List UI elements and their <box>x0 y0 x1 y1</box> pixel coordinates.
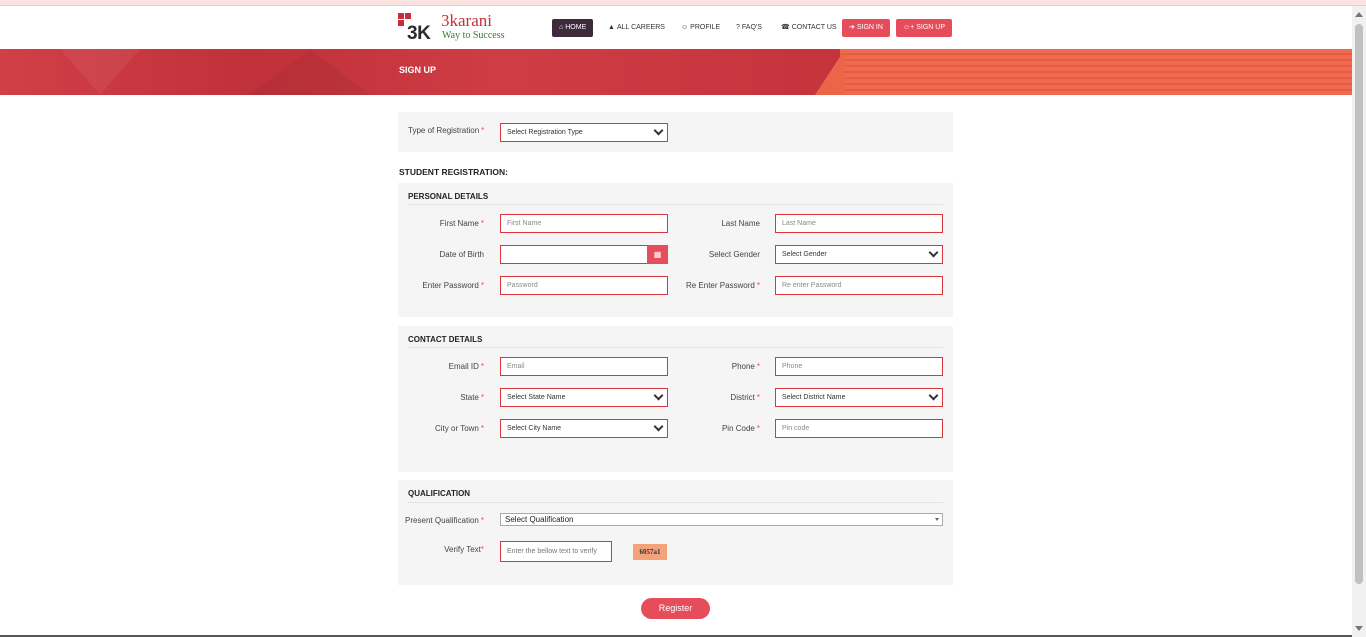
repassword-input[interactable]: Re enter Password <box>775 276 943 295</box>
user-icon: ☺ <box>681 24 689 31</box>
nav-home[interactable]: ⌂ HOME <box>552 19 594 37</box>
scroll-down-arrow-icon[interactable] <box>1355 626 1363 631</box>
logo-mark: 3K <box>407 23 431 44</box>
logo-tagline: Way to Success <box>442 30 505 41</box>
qualification-heading: QUALIFICATION <box>408 489 471 498</box>
registration-type-panel: Type of Registration * Select Registratio… <box>398 112 953 152</box>
nav-profile-label: PROFILE <box>690 24 721 31</box>
nav-contact-us-label: CONTACT US <box>791 24 837 31</box>
district-select[interactable]: Select District Name <box>775 388 943 407</box>
password-input[interactable]: Password <box>500 276 668 295</box>
nav-faqs-label: FAQ'S <box>741 24 762 31</box>
register-button[interactable]: Register <box>641 598 710 619</box>
gender-select[interactable]: Select Gender <box>775 245 943 264</box>
logo-square <box>405 13 411 19</box>
captcha-image: 6057a1 <box>633 544 667 560</box>
banner-right-stripes <box>840 49 1352 95</box>
calendar-icon[interactable]: ▦ <box>647 245 668 264</box>
banner-shape <box>250 49 370 95</box>
gender-label: Select Gender <box>708 250 760 259</box>
logo-name: 3karani <box>441 11 492 30</box>
contact-details-heading: CONTACT DETAILS <box>408 335 483 344</box>
student-registration-heading: STUDENT REGISTRATION: <box>399 167 508 177</box>
chevron-down-icon <box>653 421 664 432</box>
nav-contact-us[interactable]: ☎ CONTACT US <box>781 19 837 37</box>
email-label: Email ID * <box>448 362 484 371</box>
email-input[interactable]: Email <box>500 357 668 376</box>
registration-type-select[interactable]: Select Registration Type <box>500 123 668 142</box>
nav-home-label: HOME <box>565 24 587 31</box>
home-icon: ⌂ <box>559 24 564 31</box>
sign-in-icon: ➜ <box>849 24 855 31</box>
question-icon: ? <box>736 24 740 31</box>
qualification-select[interactable]: Select Qualification <box>500 513 943 526</box>
chevron-down-icon <box>928 390 939 401</box>
repassword-label: Re Enter Password * <box>685 281 760 290</box>
banner-diagonal <box>815 49 845 95</box>
nav-all-careers-label: ALL CAREERS <box>616 24 665 31</box>
sign-in-label: SIGN IN <box>856 24 883 31</box>
state-select[interactable]: Select State Name <box>500 388 668 407</box>
divider <box>408 347 943 348</box>
nav-faqs[interactable]: ? FAQ'S <box>736 19 762 37</box>
pincode-label: Pin Code * <box>721 424 760 433</box>
personal-details-heading: PERSONAL DETAILS <box>408 192 489 201</box>
contact-details-panel: CONTACT DETAILS Email ID * Email Phone * P… <box>398 326 953 472</box>
dob-label: Date of Birth <box>439 250 484 259</box>
last-name-label: Last Name <box>721 219 760 228</box>
nav-profile[interactable]: ☺ PROFILE <box>681 19 720 37</box>
first-name-input[interactable]: First Name <box>500 214 668 233</box>
last-name-input[interactable]: Last Name <box>775 214 943 233</box>
personal-details-panel: PERSONAL DETAILS First Name * First Name … <box>398 183 953 317</box>
user-plus-icon: ☺+ <box>903 24 915 31</box>
verify-text-label: Verify Text* <box>444 545 484 554</box>
site-header: 3K 3karani Way to Success ⌂ HOME ▲ ALL CAR… <box>0 7 1352 49</box>
graduation-cap-icon: ▲ <box>608 24 615 31</box>
sign-up-label: SIGN UP <box>916 24 946 31</box>
scroll-up-arrow-icon[interactable] <box>1355 12 1363 17</box>
banner-shape <box>60 49 140 95</box>
pincode-input[interactable]: Pin code <box>775 419 943 438</box>
first-name-label: First Name * <box>439 219 484 228</box>
page-scrollbar[interactable] <box>1352 6 1366 637</box>
present-qualification-label: Present Qualification * <box>405 516 484 525</box>
phone-label: Phone * <box>731 362 760 371</box>
district-label: District * <box>730 393 760 402</box>
divider <box>408 502 943 503</box>
chevron-down-icon <box>928 247 939 258</box>
qualification-panel: QUALIFICATION Present Qualification * Sel… <box>398 480 953 585</box>
city-label: City or Town * <box>435 424 484 433</box>
dob-input[interactable]: ▦ <box>500 245 668 264</box>
password-label: Enter Password * <box>422 281 484 290</box>
verify-text-input[interactable]: Enter the bellow text to verify <box>500 541 612 562</box>
site-logo[interactable]: 3K 3karani Way to Success <box>398 11 518 44</box>
city-select[interactable]: Select City Name <box>500 419 668 438</box>
logo-square <box>398 20 404 26</box>
chevron-down-icon <box>653 390 664 401</box>
caret-down-icon <box>935 518 939 521</box>
phone-icon: ☎ <box>781 24 790 31</box>
state-label: State * <box>460 393 484 402</box>
browser-top-strip <box>0 0 1366 6</box>
scrollbar-thumb[interactable] <box>1355 24 1363 584</box>
page-banner: SIGN UP <box>0 49 1352 95</box>
sign-in-button[interactable]: ➜ SIGN IN <box>842 19 890 37</box>
phone-input[interactable]: Phone <box>775 357 943 376</box>
nav-all-careers[interactable]: ▲ ALL CAREERS <box>608 19 665 37</box>
page-title: SIGN UP <box>399 65 437 75</box>
divider <box>408 204 943 205</box>
logo-square <box>398 13 404 19</box>
registration-type-label: Type of Registration * <box>408 126 485 135</box>
chevron-down-icon <box>653 125 664 136</box>
sign-up-button[interactable]: ☺+ SIGN UP <box>896 19 953 37</box>
